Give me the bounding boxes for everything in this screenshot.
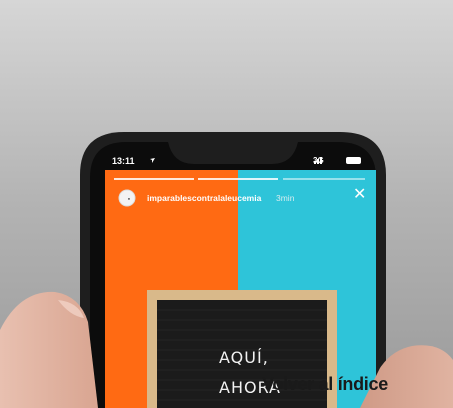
letterboard-line-1: AQUÍ,	[219, 348, 269, 367]
phone-notch	[168, 142, 298, 164]
story-username[interactable]: imparablescontralaleucemia	[147, 193, 261, 203]
photo-illustration	[0, 0, 453, 408]
back-to-index-link[interactable]: Volver al índice	[262, 374, 388, 395]
story-progress-1	[114, 178, 194, 180]
status-network: 3G	[313, 156, 324, 165]
story-age: 3min	[276, 193, 295, 203]
photo	[0, 0, 453, 408]
avatar-logo-text: ●	[127, 196, 131, 201]
story-progress-2	[198, 178, 278, 180]
story-progress-3	[283, 178, 365, 180]
battery-icon	[346, 157, 361, 164]
status-time: 13:11	[112, 156, 135, 166]
close-icon[interactable]: ✕	[353, 187, 366, 203]
